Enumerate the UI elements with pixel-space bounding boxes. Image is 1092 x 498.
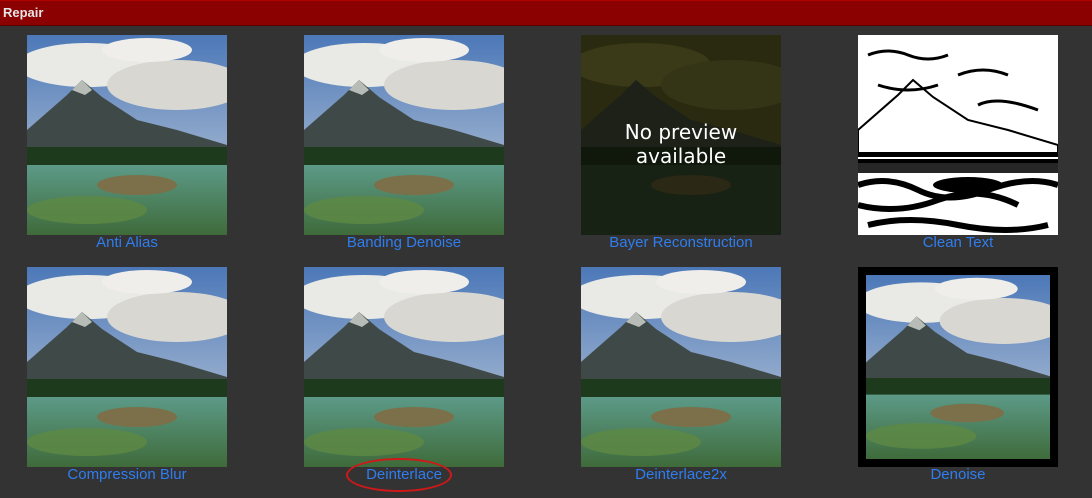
thumbnail-image [27,267,227,467]
filter-label[interactable]: Clean Text [818,234,1092,251]
filter-label[interactable]: Banding Denoise [264,234,544,251]
thumbnail-image [304,267,504,467]
no-preview-text: No preview available [624,120,738,168]
thumbnail-image [581,267,781,467]
category-header[interactable]: Repair [0,0,1092,26]
filter-tile-clean-text[interactable]: Clean Text [858,35,1058,257]
thumbnail-frame [858,267,1058,467]
filter-tile-anti-alias[interactable]: Anti Alias [27,35,227,257]
thumbnail-image [304,35,504,235]
filter-label[interactable]: Compression Blur [0,466,267,483]
filter-tile-compression-blur[interactable]: Compression Blur [27,267,227,489]
filter-tile-deinterlace2x[interactable]: Deinterlace2x [581,267,781,489]
thumbnail-image [858,35,1058,235]
filter-label[interactable]: Bayer Reconstruction [541,234,821,251]
filter-label[interactable]: Deinterlace2x [541,466,821,483]
category-title: Repair [3,5,44,20]
filter-tile-deinterlace[interactable]: Deinterlace [304,267,504,492]
filter-label[interactable]: Denoise [818,466,1092,483]
filter-tile-bayer-reconstruction[interactable]: No preview available Bayer Reconstructio… [581,35,781,257]
filter-tile-banding-denoise[interactable]: Banding Denoise [304,35,504,257]
thumbnail-image: No preview available [581,35,781,235]
filter-label[interactable]: Anti Alias [0,234,267,251]
thumbnail-image [866,275,1050,459]
filter-tile-denoise[interactable]: Denoise [858,267,1058,489]
highlight-circle [346,458,452,492]
thumbnail-image [27,35,227,235]
